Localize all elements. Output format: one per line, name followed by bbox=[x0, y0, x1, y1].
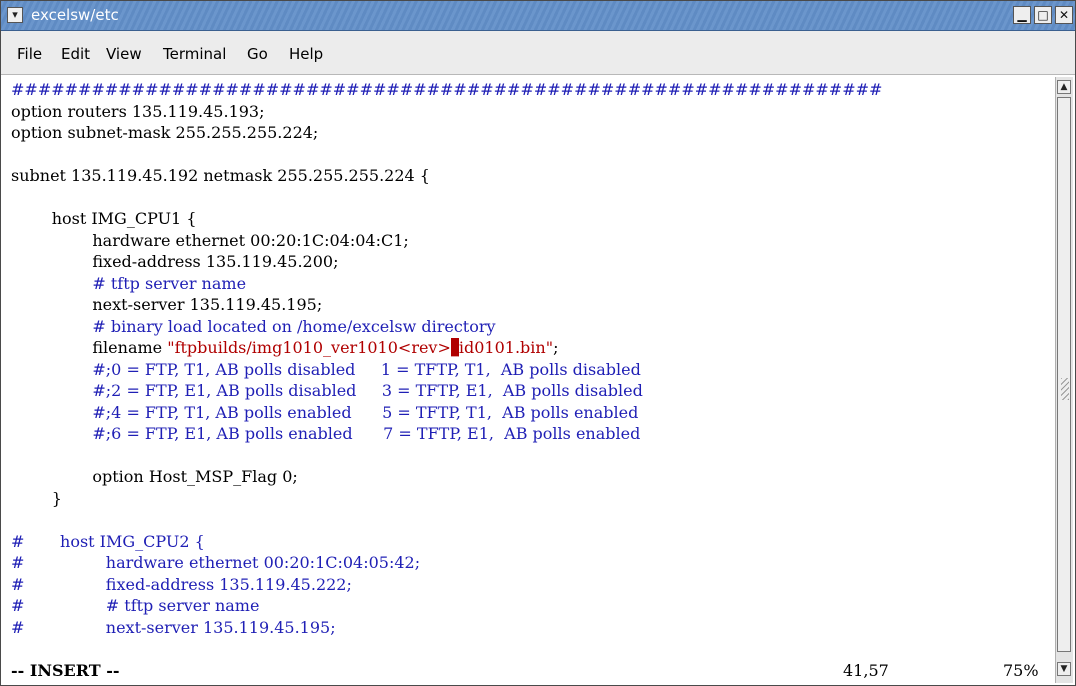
editor-line: # tftp server name bbox=[11, 273, 246, 295]
title-bar[interactable]: ▾ excelsw/etc ▁ □ ✕ bbox=[1, 1, 1075, 31]
editor-line: #;6 = FTP, E1, AB polls enabled 7 = TFTP… bbox=[11, 423, 640, 445]
terminal-window: ▾ excelsw/etc ▁ □ ✕ File Edit View Termi… bbox=[0, 0, 1076, 686]
window-title: excelsw/etc bbox=[31, 6, 119, 24]
editor-line: ########################################… bbox=[11, 79, 882, 101]
editor-line: #;0 = FTP, T1, AB polls disabled 1 = TFT… bbox=[11, 359, 641, 381]
editor-text: option Host_MSP_Flag 0; bbox=[11, 467, 298, 486]
editor-text: # tftp server name bbox=[11, 273, 247, 293]
editor-text: fixed-address 135.119.45.222; bbox=[24, 574, 352, 594]
editor-line: # fixed-address 135.119.45.222; bbox=[11, 574, 352, 596]
vim-status-line: -- INSERT -- 41,57 75% bbox=[3, 659, 1053, 683]
editor-text: next-server 135.119.45.195; bbox=[11, 295, 323, 314]
terminal-editor-area[interactable]: ########################################… bbox=[3, 77, 1053, 683]
menu-bar: File Edit View Terminal Go Help bbox=[1, 31, 1075, 75]
scroll-down-arrow-icon[interactable]: ▼ bbox=[1057, 662, 1071, 676]
scroll-percent: 75% bbox=[1003, 661, 1039, 680]
vertical-scrollbar[interactable]: ▲ ▼ bbox=[1055, 77, 1073, 683]
editor-text: # tftp server name bbox=[24, 596, 260, 615]
editor-text: hardware ethernet 00:20:1C:04:04:C1; bbox=[11, 230, 409, 250]
editor-line: #;4 = FTP, T1, AB polls enabled 5 = TFTP… bbox=[11, 402, 638, 424]
editor-line: next-server 135.119.45.195; bbox=[11, 294, 322, 316]
editor-line: host IMG_CPU1 { bbox=[11, 208, 197, 230]
menu-terminal[interactable]: Terminal bbox=[163, 45, 226, 63]
editor-text: fixed-address 135.119.45.200; bbox=[11, 252, 339, 271]
editor-text: # bbox=[11, 617, 25, 637]
mode-indicator: -- INSERT -- bbox=[11, 661, 120, 680]
scroll-grip-icon bbox=[1061, 378, 1069, 400]
editor-line: subnet 135.119.45.192 netmask 255.255.25… bbox=[11, 165, 430, 187]
editor-text: filename bbox=[11, 338, 168, 357]
editor-line: # hardware ethernet 00:20:1C:04:05:42; bbox=[11, 552, 420, 574]
window-menu-icon[interactable]: ▾ bbox=[7, 7, 23, 23]
editor-text: host IMG_CPU1 { bbox=[11, 209, 197, 228]
editor-line: # host IMG_CPU2 { bbox=[11, 531, 205, 553]
editor-text: host IMG_CPU2 { bbox=[24, 531, 205, 551]
editor-text: # binary load located on /home/excelsw d… bbox=[11, 316, 496, 336]
editor-line: filename "ftpbuilds/img1010_ver1010<rev>… bbox=[11, 337, 558, 359]
editor-text: #;0 = FTP, T1, AB polls disabled 1 = TFT… bbox=[11, 359, 641, 379]
editor-line: fixed-address 135.119.45.200; bbox=[11, 251, 338, 273]
scroll-up-arrow-icon[interactable]: ▲ bbox=[1057, 80, 1071, 94]
editor-text: ########################################… bbox=[11, 80, 883, 99]
editor-text: option routers 135.119.45.193; bbox=[11, 101, 265, 121]
editor-text: ; bbox=[553, 338, 559, 357]
menu-edit[interactable]: Edit bbox=[61, 45, 90, 63]
editor-text: #;4 = FTP, T1, AB polls enabled 5 = TFTP… bbox=[11, 402, 639, 422]
text-cursor: _ bbox=[450, 338, 459, 357]
editor-text: hardware ethernet 00:20:1C:04:05:42; bbox=[24, 553, 421, 572]
editor-text: # bbox=[11, 531, 25, 551]
menu-help[interactable]: Help bbox=[289, 45, 323, 63]
editor-text: option subnet-mask 255.255.255.224; bbox=[11, 123, 319, 142]
minimize-button[interactable]: ▁ bbox=[1013, 6, 1031, 24]
editor-line: # next-server 135.119.45.195; bbox=[11, 617, 336, 639]
editor-line: option Host_MSP_Flag 0; bbox=[11, 466, 298, 488]
menu-go[interactable]: Go bbox=[247, 45, 268, 63]
editor-text: #;6 = FTP, E1, AB polls enabled 7 = TFTP… bbox=[11, 424, 641, 443]
editor-text: # bbox=[11, 553, 25, 572]
menu-view[interactable]: View bbox=[106, 45, 142, 63]
editor-line: } bbox=[11, 488, 62, 510]
editor-line: # binary load located on /home/excelsw d… bbox=[11, 316, 496, 338]
scroll-thumb[interactable] bbox=[1057, 97, 1071, 652]
editor-line: option subnet-mask 255.255.255.224; bbox=[11, 122, 318, 144]
editor-text: id0101.bin" bbox=[458, 338, 554, 357]
editor-text: } bbox=[11, 488, 62, 508]
editor-line: # # tftp server name bbox=[11, 595, 259, 617]
editor-text: # bbox=[11, 596, 25, 615]
editor-text: subnet 135.119.45.192 netmask 255.255.25… bbox=[11, 166, 430, 185]
editor-text: next-server 135.119.45.195; bbox=[24, 617, 336, 637]
cursor-position: 41,57 bbox=[843, 661, 889, 680]
maximize-button[interactable]: □ bbox=[1034, 6, 1052, 24]
editor-text: # bbox=[11, 574, 25, 594]
editor-text: "ftpbuilds/img1010_ver1010<rev> bbox=[167, 338, 451, 357]
editor-line: hardware ethernet 00:20:1C:04:04:C1; bbox=[11, 230, 409, 252]
editor-line: #;2 = FTP, E1, AB polls disabled 3 = TFT… bbox=[11, 380, 643, 402]
close-button[interactable]: ✕ bbox=[1055, 6, 1073, 24]
editor-line: option routers 135.119.45.193; bbox=[11, 101, 265, 123]
menu-file[interactable]: File bbox=[17, 45, 42, 63]
editor-text: #;2 = FTP, E1, AB polls disabled 3 = TFT… bbox=[11, 381, 643, 400]
